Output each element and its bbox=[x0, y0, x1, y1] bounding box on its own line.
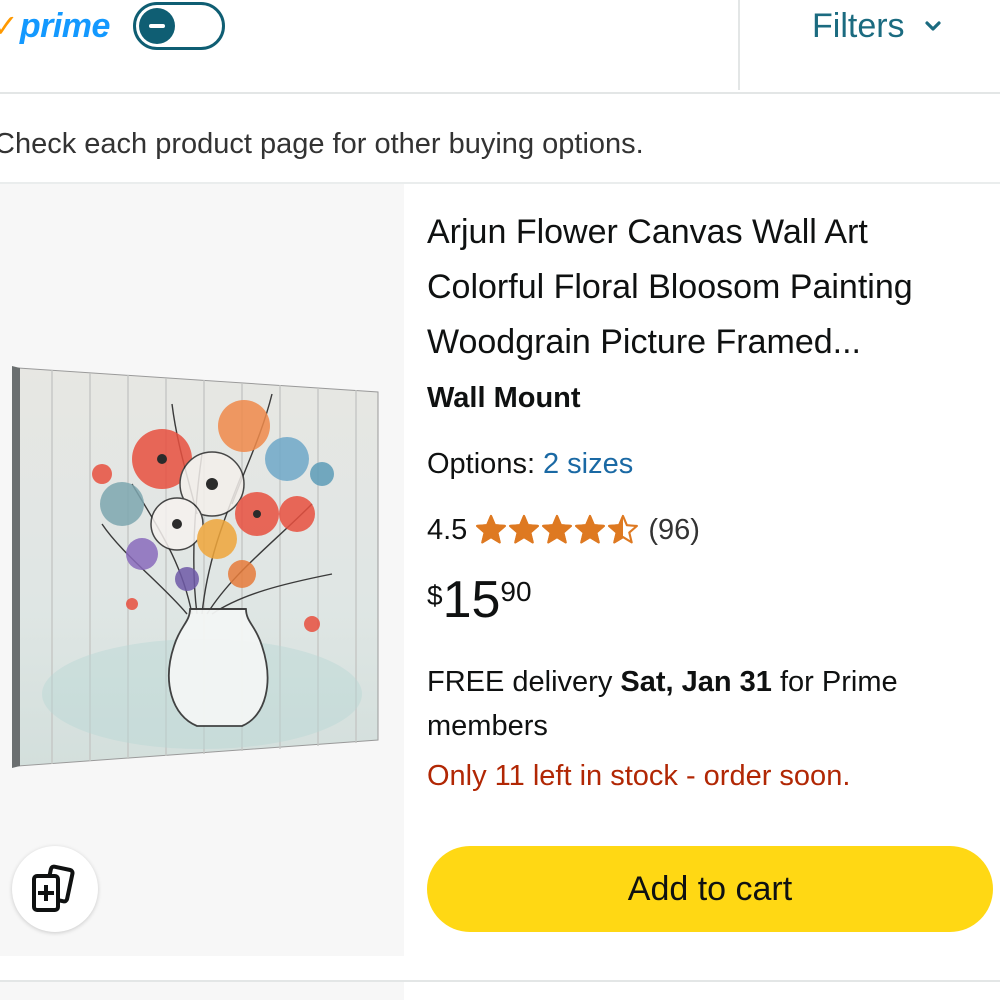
price-fraction: 90 bbox=[500, 576, 532, 607]
rating-value: 4.5 bbox=[427, 513, 468, 546]
star-icon bbox=[542, 514, 573, 544]
toggle-knob bbox=[139, 8, 175, 44]
delivery-prefix: FREE delivery bbox=[427, 666, 613, 698]
divider bbox=[738, 0, 740, 90]
product-rating[interactable]: 4.5 (96) bbox=[427, 508, 700, 552]
filters-label: Filters bbox=[812, 6, 905, 45]
product-title-line: Colorful Floral Bloosom Painting bbox=[427, 268, 913, 306]
delivery-suffix: for Prime bbox=[779, 666, 898, 698]
product-image[interactable] bbox=[12, 364, 384, 768]
product-title[interactable]: Arjun Flower Canvas Wall Art Colorful Fl… bbox=[427, 205, 987, 370]
product-options: Options: 2 sizes bbox=[427, 448, 633, 481]
star-icon bbox=[476, 514, 507, 544]
options-link[interactable]: 2 sizes bbox=[543, 448, 633, 480]
options-label: Options: bbox=[427, 448, 535, 480]
delivery-date: Sat, Jan 31 bbox=[620, 666, 772, 698]
product-details: Arjun Flower Canvas Wall Art Colorful Fl… bbox=[427, 205, 987, 422]
prime-toggle[interactable] bbox=[133, 2, 225, 50]
product-title-line: Arjun Flower Canvas Wall Art bbox=[427, 213, 868, 251]
price-whole: 15 bbox=[442, 571, 501, 629]
review-count[interactable]: (96) bbox=[648, 514, 700, 547]
star-icon bbox=[608, 514, 639, 544]
product-brand: Wall Mount bbox=[427, 382, 581, 414]
prime-logo: ✓ prime bbox=[0, 4, 110, 48]
product-title-line: Woodgrain Picture Framed... bbox=[427, 323, 861, 361]
next-product-image-panel bbox=[0, 982, 404, 1000]
add-to-cart-button[interactable]: Add to cart bbox=[427, 846, 993, 932]
filters-button[interactable]: Filters bbox=[812, 4, 941, 48]
compare-icon bbox=[32, 864, 75, 912]
delivery-line2: members bbox=[427, 710, 548, 742]
buying-options-notice: Check each product page for other buying… bbox=[0, 128, 644, 160]
price-symbol: $ bbox=[427, 580, 443, 611]
stock-warning: Only 11 left in stock - order soon. bbox=[427, 760, 851, 792]
check-icon: ✓ bbox=[0, 8, 19, 44]
compare-button[interactable] bbox=[12, 846, 98, 932]
star-icon bbox=[509, 514, 540, 544]
prime-logo-text: prime bbox=[19, 6, 111, 45]
top-bar: ✓ prime Filters bbox=[0, 0, 1000, 94]
delivery-info: FREE delivery Sat, Jan 31 for Prime memb… bbox=[427, 660, 967, 748]
chevron-down-icon bbox=[924, 21, 941, 31]
star-icon bbox=[575, 514, 606, 544]
star-rating bbox=[475, 514, 640, 546]
product-price: $ 15 90 bbox=[427, 570, 532, 630]
